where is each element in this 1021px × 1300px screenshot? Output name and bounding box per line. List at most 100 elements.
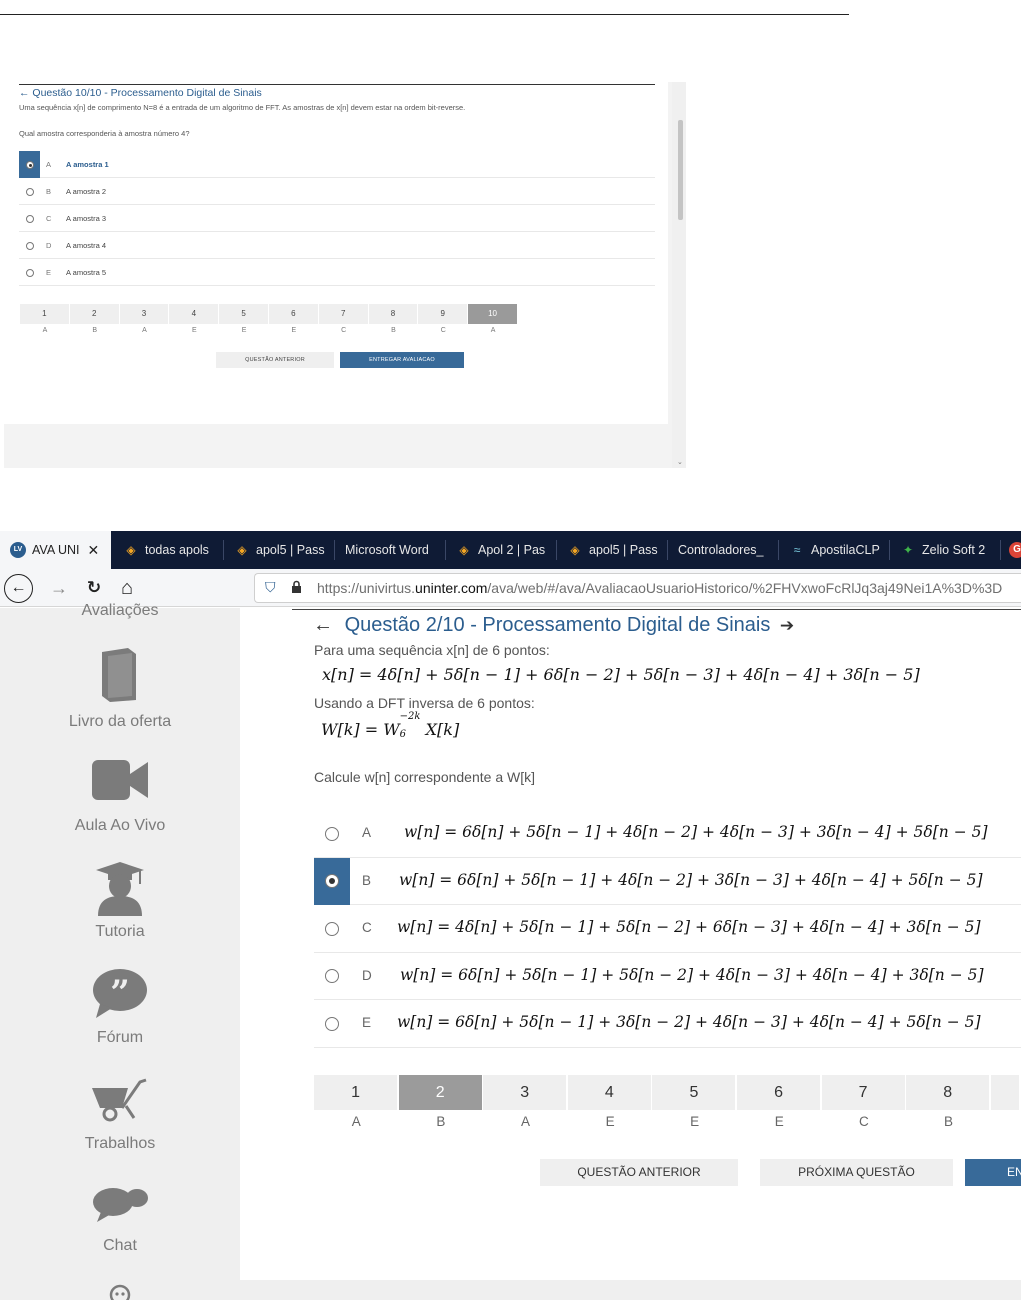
nav-number[interactable] [990, 1075, 1020, 1110]
radio-cell[interactable] [19, 205, 40, 232]
scrollbar-thumb[interactable] [678, 120, 683, 220]
option-text[interactable]: A amostra 3 [66, 214, 106, 223]
nav-number[interactable]: 5 [652, 1075, 736, 1110]
back-arrow-icon[interactable]: ← [313, 614, 333, 636]
sidebar-item-more[interactable] [0, 1284, 240, 1300]
nav-number[interactable]: 5 [219, 304, 268, 324]
radio-icon[interactable] [25, 187, 34, 196]
option-e[interactable]: E A amostra 5 [19, 259, 655, 286]
option-a[interactable]: A A amostra 1 [19, 151, 655, 178]
nav-question-5[interactable]: 5E [652, 1075, 737, 1129]
radio-selected-icon[interactable] [25, 160, 34, 169]
nav-question-4[interactable]: 4E [567, 1075, 653, 1129]
radio-cell[interactable] [314, 857, 350, 905]
nav-number[interactable]: 1 [20, 304, 69, 324]
tab-google[interactable]: G [1001, 531, 1021, 569]
nav-question-1[interactable]: 1A [314, 1075, 399, 1129]
submit-evaluation-button[interactable]: ENTREGAR AVALIACAO [340, 352, 464, 368]
tab-controladores[interactable]: Controladores_ [668, 531, 779, 569]
nav-question-4[interactable]: 4E [169, 304, 219, 334]
next-question-button[interactable]: PRÓXIMA QUESTÃO [760, 1159, 953, 1186]
nav-question-6[interactable]: 6E [736, 1075, 822, 1129]
nav-question-10[interactable]: 10 A [468, 304, 518, 334]
nav-number[interactable]: 6 [736, 1075, 821, 1110]
radio-icon[interactable] [25, 268, 34, 277]
tab-ava-uninter[interactable]: LV AVA UNI ✕ [0, 531, 111, 569]
option-text[interactable]: A amostra 2 [66, 187, 106, 196]
nav-question-9[interactable]: 9C [418, 304, 468, 334]
nav-number[interactable]: 8 [368, 304, 418, 324]
home-icon[interactable]: ⌂ [116, 576, 138, 600]
nav-number[interactable]: 3 [119, 304, 169, 324]
lock-icon[interactable] [291, 580, 302, 594]
nav-question-3[interactable]: 3A [483, 1075, 568, 1129]
radio-cell[interactable] [314, 905, 350, 952]
option-equation[interactable]: w[n] = 6δ[n] + 5δ[n − 1] + 4δ[n − 2] + 3… [399, 871, 983, 889]
shield-icon[interactable]: ⛉ [265, 579, 276, 596]
url-field[interactable]: ⛉ https://univirtus.uninter.com/ava/web/… [254, 573, 1021, 603]
option-b[interactable]: B w[n] = 6δ[n] + 5δ[n − 1] + 4δ[n − 2] +… [314, 857, 1021, 905]
sidebar-item-aula-ao-vivo[interactable]: Aula Ao Vivo [0, 758, 240, 835]
sidebar-item-trabalhos[interactable]: Trabalhos [0, 1078, 240, 1153]
option-e[interactable]: E w[n] = 6δ[n] + 5δ[n − 1] + 3δ[n − 2] +… [314, 1000, 1021, 1048]
nav-number[interactable]: 4 [567, 1075, 651, 1110]
tab-apostila-clp[interactable]: ≈ ApostilaCLP [779, 531, 890, 569]
tab-zelio-soft[interactable]: ✦ Zelio Soft 2 [890, 531, 1001, 569]
back-arrow-icon[interactable]: ← [4, 574, 33, 603]
option-text[interactable]: A amostra 5 [66, 268, 106, 277]
forward-arrow-icon[interactable]: → [49, 576, 69, 600]
radio-icon[interactable] [325, 826, 339, 841]
nav-question-2[interactable]: 2B [398, 1075, 484, 1129]
nav-question-5[interactable]: 5E [219, 304, 269, 334]
submit-evaluation-button[interactable]: EN [965, 1159, 1021, 1186]
radio-icon[interactable] [325, 921, 339, 936]
nav-number[interactable]: 1 [314, 1075, 398, 1110]
nav-question-9[interactable] [990, 1075, 1021, 1129]
sidebar-item-tutoria[interactable]: Tutoria [0, 860, 240, 941]
radio-icon[interactable] [25, 241, 34, 250]
nav-question-7[interactable]: 7C [318, 304, 369, 334]
radio-cell[interactable] [19, 151, 40, 178]
radio-selected-icon[interactable] [325, 874, 339, 888]
option-b[interactable]: B A amostra 2 [19, 178, 655, 205]
option-text[interactable]: A amostra 4 [66, 241, 106, 250]
nav-question-3[interactable]: 3A [119, 304, 170, 334]
radio-icon[interactable] [325, 969, 339, 983]
back-arrow-icon[interactable]: ← [19, 87, 30, 99]
nav-number[interactable]: 2 [69, 304, 119, 324]
scroll-down-icon[interactable]: ⌄ [677, 458, 683, 466]
radio-cell[interactable] [19, 259, 40, 286]
url-text[interactable]: https://univirtus.uninter.com/ava/web/#/… [317, 580, 1002, 596]
radio-icon[interactable] [325, 1016, 339, 1031]
radio-cell[interactable] [314, 810, 350, 857]
option-equation[interactable]: w[n] = 6δ[n] + 5δ[n − 1] + 4δ[n − 2] + 4… [404, 823, 988, 841]
option-equation[interactable]: w[n] = 4δ[n] + 5δ[n − 1] + 5δ[n − 2] + 6… [397, 918, 981, 936]
option-c[interactable]: C A amostra 3 [19, 205, 655, 232]
forward-arrow-icon[interactable]: ➔ [780, 616, 794, 635]
close-icon[interactable]: ✕ [87, 542, 99, 559]
option-a[interactable]: A w[n] = 6δ[n] + 5δ[n − 1] + 4δ[n − 2] +… [314, 810, 1021, 858]
tab-apol2-pas[interactable]: ◈ Apol 2 | Pas [446, 531, 557, 569]
previous-question-button[interactable]: QUESTÃO ANTERIOR [540, 1159, 738, 1186]
tab-microsoft-word[interactable]: Microsoft Word [335, 531, 446, 569]
radio-cell[interactable] [314, 1000, 350, 1047]
nav-question-7[interactable]: 7C [821, 1075, 907, 1129]
option-c[interactable]: C w[n] = 4δ[n] + 5δ[n − 1] + 5δ[n − 2] +… [314, 905, 1021, 953]
radio-icon[interactable] [25, 214, 34, 223]
nav-question-1[interactable]: 1A [20, 304, 70, 334]
previous-question-button[interactable]: QUESTÃO ANTERIOR [216, 352, 334, 368]
sidebar-item-forum[interactable]: ” Fórum [0, 968, 240, 1047]
sidebar-item-chat[interactable]: Chat [0, 1184, 240, 1255]
nav-number[interactable]: 9 [418, 304, 468, 324]
sidebar-item-livro-da-oferta[interactable]: Livro da oferta [0, 646, 240, 731]
tab-apol5-pass[interactable]: ◈ apol5 | Pass [224, 531, 335, 569]
tab-apol5-pass-2[interactable]: ◈ apol5 | Pass [557, 531, 668, 569]
nav-number[interactable]: 6 [268, 304, 318, 324]
option-text[interactable]: A amostra 1 [66, 160, 109, 169]
reload-icon[interactable]: ↻ [84, 576, 104, 600]
option-equation[interactable]: w[n] = 6δ[n] + 5δ[n − 1] + 3δ[n − 2] + 4… [397, 1013, 981, 1031]
nav-number[interactable]: 10 [468, 304, 517, 324]
nav-number[interactable]: 2 [398, 1075, 482, 1110]
nav-question-8[interactable]: 8B [368, 304, 419, 334]
option-d[interactable]: D A amostra 4 [19, 232, 655, 259]
